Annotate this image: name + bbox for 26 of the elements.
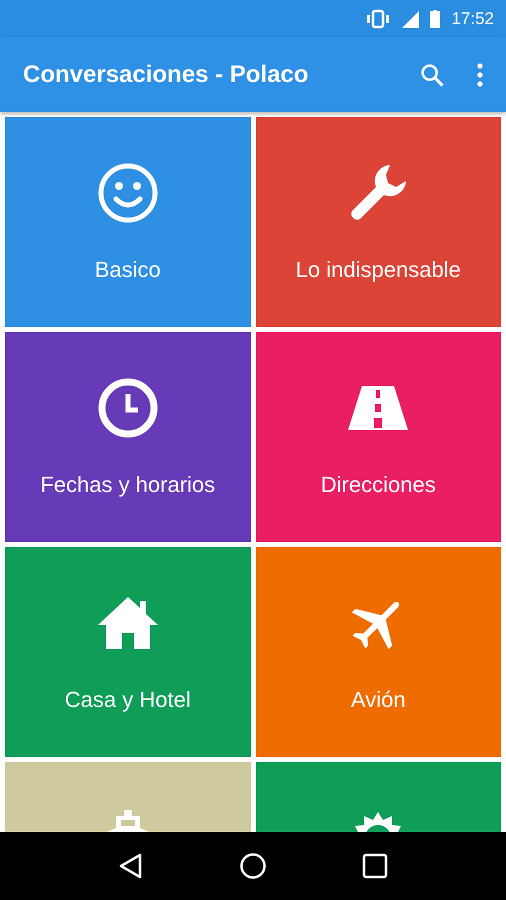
vibrate-icon	[365, 8, 392, 28]
recents-icon	[362, 853, 388, 879]
home-button[interactable]	[238, 852, 267, 880]
category-tile[interactable]: Fechas y horarios	[5, 332, 250, 542]
recents-button[interactable]	[362, 853, 388, 879]
smiley-icon	[96, 161, 160, 225]
signal-icon	[401, 8, 420, 28]
category-tile[interactable]: Avión	[256, 547, 501, 757]
more-icon	[476, 62, 484, 88]
category-label: Avión	[350, 687, 406, 713]
app-title: Conversaciones - Polaco	[23, 60, 310, 88]
category-tile[interactable]: Lo indispensable	[256, 117, 501, 327]
category-tile[interactable]: Basico	[5, 117, 250, 327]
category-tile[interactable]: Direcciones	[256, 332, 501, 542]
back-icon	[118, 852, 144, 880]
back-button[interactable]	[118, 852, 144, 880]
category-label: Basico	[94, 257, 161, 283]
clock-time: 17:52	[451, 8, 494, 28]
category-label: Casa y Hotel	[64, 687, 191, 713]
battery-icon	[429, 8, 442, 28]
category-label: Direcciones	[320, 472, 436, 498]
clock-icon	[96, 376, 160, 440]
category-label: Lo indispensable	[296, 257, 461, 283]
category-label: Fechas y horarios	[40, 472, 216, 498]
home-icon	[238, 852, 267, 880]
category-tile[interactable]: Casa y Hotel	[5, 547, 250, 757]
